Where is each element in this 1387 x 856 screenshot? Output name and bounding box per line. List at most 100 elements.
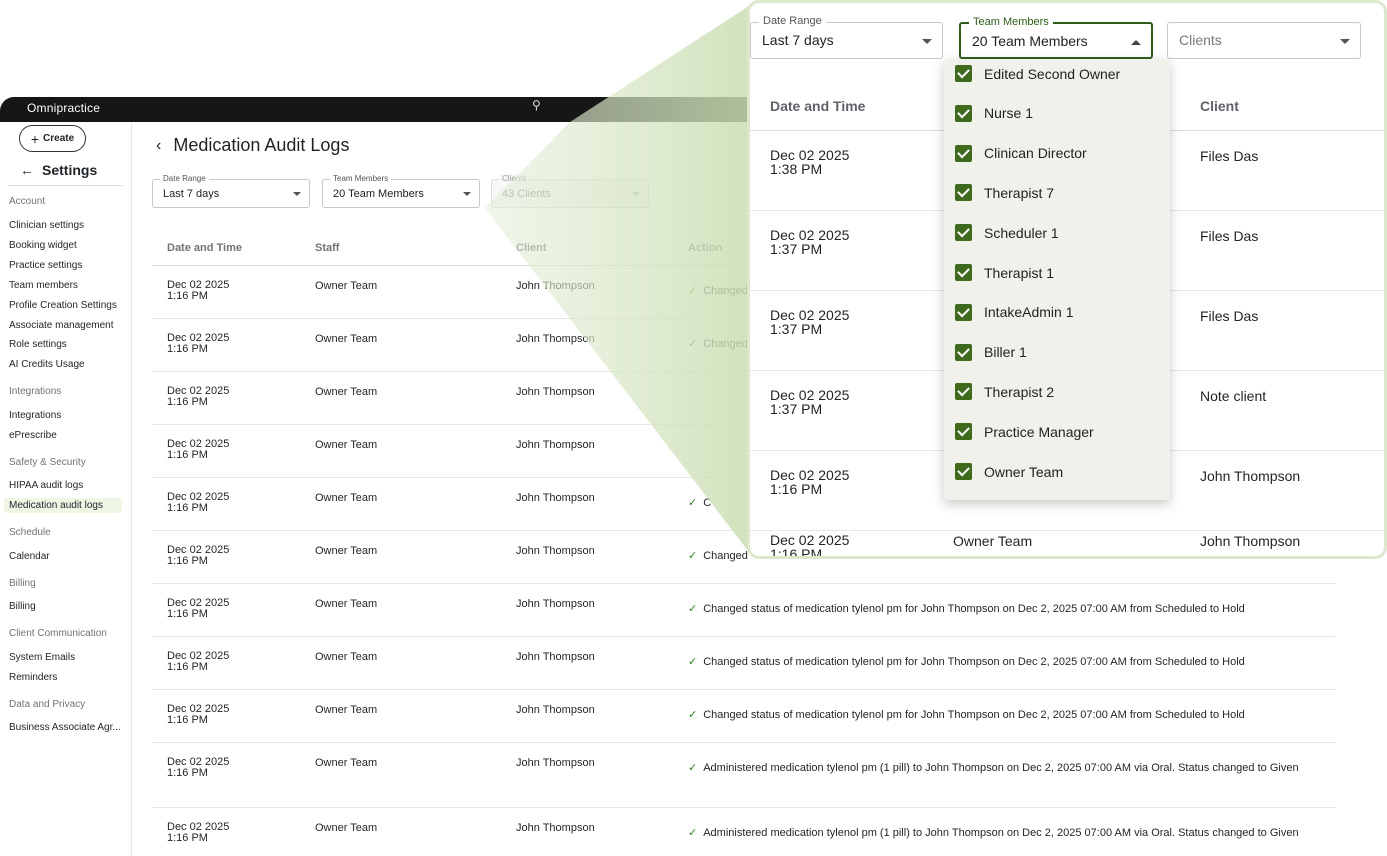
checkbox-checked-icon[interactable] <box>955 383 972 401</box>
date-range-select[interactable]: Date Range Last 7 days <box>152 174 310 208</box>
checkbox-checked-icon[interactable] <box>955 184 972 202</box>
sidebar-item-calendar[interactable]: Calendar <box>9 551 50 562</box>
team-members-label: Team Members <box>330 174 392 183</box>
row-staff: Owner Team <box>315 704 378 716</box>
sidebar-item-clinician-settings[interactable]: Clinician settings <box>9 220 84 231</box>
settings-header[interactable]: ← Settings <box>20 162 97 178</box>
zoom-row-time: 1:38 PM <box>770 161 823 177</box>
checkbox-checked-icon[interactable] <box>955 104 972 122</box>
zoom-row-date: Dec 02 2025 <box>770 147 850 163</box>
checkbox-checked-icon[interactable] <box>955 264 972 281</box>
check-icon: ✓ <box>688 656 698 668</box>
search-icon[interactable]: ⚲ <box>532 98 541 112</box>
sidebar-item-medication-audit-logs[interactable]: Medication audit logs <box>4 498 122 513</box>
sidebar-item-team-members[interactable]: Team members <box>9 280 78 291</box>
zoom-row-staff: Owner Team <box>953 533 1033 549</box>
sidebar-item-system-emails[interactable]: System Emails <box>9 652 75 663</box>
team-member-option[interactable]: Therapist 2 <box>955 383 1054 401</box>
clients-value: 43 Clients <box>502 188 551 200</box>
sidebar-item-associate-management[interactable]: Associate management <box>9 320 114 331</box>
create-label: Create <box>43 133 75 144</box>
check-icon: ✓ <box>688 497 698 509</box>
row-time: 1:16 PM <box>167 832 208 844</box>
sidebar-item-integrations[interactable]: Integrations <box>9 410 61 421</box>
zoom-col-client: Client <box>1200 98 1239 114</box>
row-time: 1:16 PM <box>167 608 208 620</box>
row-client: John Thompson <box>516 386 595 398</box>
team-member-option[interactable]: Nurse 1 <box>955 104 1033 122</box>
team-member-option[interactable]: Clinican Director <box>955 144 1087 162</box>
zoom-row-time: 1:16 PM <box>770 546 823 559</box>
sidebar-item-role-settings[interactable]: Role settings <box>9 339 67 350</box>
section-data-privacy: Data and Privacy <box>9 699 86 710</box>
page-header: ‹ Medication Audit Logs <box>156 135 349 156</box>
sidebar-item-billing[interactable]: Billing <box>9 601 36 612</box>
sidebar-item-practice-settings[interactable]: Practice settings <box>9 260 82 271</box>
checkbox-checked-icon[interactable] <box>955 224 972 242</box>
zoom-team-members-label: Team Members <box>969 16 1053 28</box>
row-action: ✓ Administered medication tylenol pm (1 p… <box>688 824 1333 842</box>
team-members-select[interactable]: Team Members 20 Team Members <box>322 174 480 208</box>
arrow-left-icon[interactable]: ← <box>20 162 34 178</box>
create-button[interactable]: + Create <box>19 125 86 152</box>
row-staff: Owner Team <box>315 651 378 663</box>
row-datetime: Dec 02 2025 1:16 PM <box>167 822 229 844</box>
team-member-option[interactable]: Scheduler 1 <box>955 224 1059 242</box>
zoom-date-range-select[interactable]: Date Range Last 7 days <box>750 15 943 59</box>
checkbox-checked-icon[interactable] <box>955 303 972 321</box>
row-time: 1:16 PM <box>167 555 208 567</box>
team-members-value: 20 Team Members <box>333 188 424 200</box>
team-member-option[interactable]: IntakeAdmin 1 <box>955 303 1074 321</box>
table-row: Dec 02 2025 1:16 PM Owner Team John Thompso… <box>152 743 1335 808</box>
table-row: Dec 02 2025 1:16 PM Owner Team John Thompso… <box>152 584 1335 637</box>
check-icon: ✓ <box>688 338 698 350</box>
team-member-option[interactable]: Therapist 7 <box>955 184 1054 202</box>
row-action-text: Administered medication tylenol pm (1 pi… <box>703 827 1299 839</box>
team-member-option[interactable]: Edited Second Owner <box>955 65 1120 82</box>
row-action-text: Changed <box>703 550 748 562</box>
checkbox-checked-icon[interactable] <box>955 65 972 82</box>
row-datetime: Dec 02 2025 1:16 PM <box>167 333 229 355</box>
page-title: Medication Audit Logs <box>173 135 350 155</box>
sidebar-item-ai-credits[interactable]: AI Credits Usage <box>9 359 85 370</box>
row-action: ✓ Changed status of medication tylenol pm… <box>688 706 1333 724</box>
sidebar-item-booking-widget[interactable]: Booking widget <box>9 240 77 251</box>
sidebar-item-business-associate[interactable]: Business Associate Agr... <box>9 722 121 733</box>
zoom-row-datetime: Dec 02 2025 1:38 PM <box>770 148 849 176</box>
checkbox-checked-icon[interactable] <box>955 423 972 441</box>
row-action: ✓ Administered medication tylenol pm (1 p… <box>688 759 1333 777</box>
row-time: 1:16 PM <box>167 343 208 355</box>
clients-select[interactable]: Clients 43 Clients <box>491 174 649 208</box>
chevron-left-icon[interactable]: ‹ <box>156 137 161 155</box>
team-member-option-label: Practice Manager <box>984 423 1094 440</box>
row-staff: Owner Team <box>315 492 378 504</box>
zoom-row-datetime: Dec 02 2025 1:37 PM <box>770 228 849 256</box>
team-member-option[interactable]: Biller 1 <box>955 343 1027 361</box>
checkbox-checked-icon[interactable] <box>955 144 972 162</box>
sidebar-item-hipaa-audit-logs[interactable]: HIPAA audit logs <box>9 480 83 491</box>
settings-sidebar: + Create ← Settings Account Clinician se… <box>0 122 132 856</box>
row-datetime: Dec 02 2025 1:16 PM <box>167 651 229 673</box>
team-member-option[interactable]: Practice Manager <box>955 423 1094 441</box>
team-members-dropdown: Edited Second Owner Nurse 1 Clinican Direc… <box>944 59 1170 500</box>
sidebar-item-profile-creation[interactable]: Profile Creation Settings <box>9 300 117 311</box>
caret-down-icon <box>632 192 640 196</box>
sidebar-item-eprescribe[interactable]: ePrescribe <box>9 430 57 441</box>
check-icon: ✓ <box>688 285 698 297</box>
row-action-text: Changed status of medication tylenol pm … <box>703 656 1245 668</box>
checkbox-checked-icon[interactable] <box>955 463 972 480</box>
zoom-clients-placeholder: Clients <box>1179 32 1222 48</box>
checkbox-checked-icon[interactable] <box>955 343 972 361</box>
team-member-option[interactable]: Therapist 1 <box>955 264 1054 281</box>
check-icon: ✓ <box>688 603 698 615</box>
row-time: 1:16 PM <box>167 661 208 673</box>
team-member-option[interactable]: Owner Team <box>955 463 1063 480</box>
zoom-row-datetime: Dec 02 2025 1:16 PM <box>770 533 849 559</box>
sidebar-item-reminders[interactable]: Reminders <box>9 672 57 683</box>
top-bar: Omnipractice ⚲ <box>0 97 760 122</box>
zoom-team-members-select[interactable]: Team Members 20 Team Members <box>959 16 1153 59</box>
row-datetime: Dec 02 2025 1:16 PM <box>167 598 229 620</box>
zoom-row-datetime: Dec 02 2025 1:16 PM <box>770 468 849 496</box>
zoom-clients-select[interactable]: Clients <box>1167 22 1361 59</box>
zoom-row-time: 1:37 PM <box>770 241 823 257</box>
